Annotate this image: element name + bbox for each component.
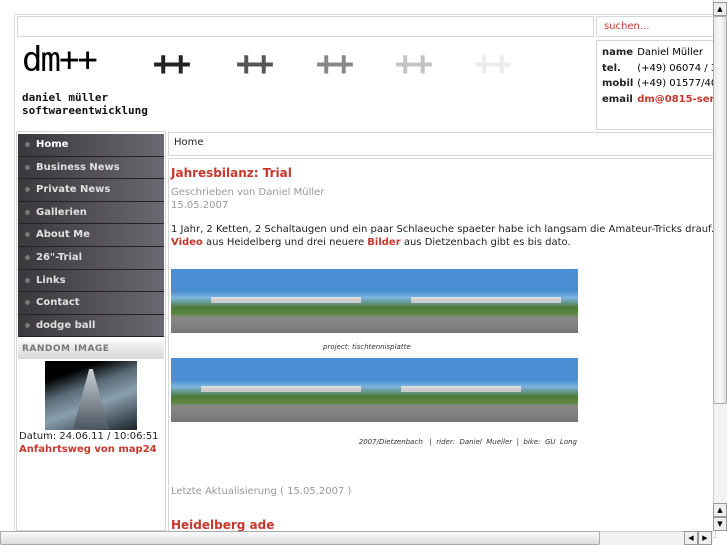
bilder-link[interactable]: Bilder [367, 237, 400, 248]
nav-links[interactable]: Links [18, 269, 164, 293]
logo-plus: ++ [316, 44, 354, 84]
content-area [168, 158, 716, 538]
logo: dm++ [22, 40, 98, 80]
nav-contact[interactable]: Contact [18, 292, 164, 315]
vertical-scroll-thumb[interactable] [713, 16, 727, 404]
contact-box: name Daniel Müller tel. (+49) 06074 / 30… [596, 40, 726, 130]
logo-plus: ++ [474, 44, 512, 84]
photo-credit: 2007/Dietzenbach | rider: Daniel Mueller… [358, 438, 577, 446]
random-image-date: Datum: 24.06.11 / 10:06:51 [19, 431, 159, 442]
nav-gallerien[interactable]: Gallerien [18, 201, 164, 225]
logo-plus: ++ [395, 44, 433, 84]
logo-plus: ++ [153, 44, 191, 84]
nav-business-news[interactable]: Business News [18, 156, 164, 180]
contact-name: name Daniel Müller [602, 47, 704, 58]
nav-trial[interactable]: 26"-Trial [18, 246, 164, 270]
breadcrumb: Home [168, 132, 716, 156]
article-author: Geschrieben von Daniel Müller [171, 187, 325, 198]
photo-caption: project: tischtennisplatte [323, 343, 411, 351]
scroll-down-icon[interactable]: ▼ [713, 517, 727, 531]
video-link[interactable]: Video [171, 237, 203, 248]
random-image-title: RANDOM IMAGE [18, 341, 164, 359]
article-date: 15.05.2007 [171, 200, 229, 211]
nav-dodge-ball[interactable]: dodge ball [18, 314, 164, 338]
trial-photo [171, 358, 578, 422]
map-link[interactable]: Anfahrtsweg von map24 [19, 444, 157, 455]
trial-photo [171, 269, 578, 333]
tagline-name: daniel müller [22, 91, 109, 104]
top-bar [17, 16, 594, 37]
scroll-up-icon[interactable]: ▲ [713, 2, 727, 16]
logo-plus: ++ [236, 44, 274, 84]
last-updated: Letzte Aktualisierung ( 15.05.2007 ) [171, 486, 352, 497]
scroll-right-icon[interactable]: ▶ [698, 531, 712, 545]
nav-about-me[interactable]: About Me [18, 224, 164, 247]
random-image[interactable] [45, 361, 137, 430]
search-input[interactable]: suchen... [596, 16, 716, 37]
tagline-job: softwareentwicklung [22, 104, 148, 117]
next-article-title[interactable]: Heidelberg ade [171, 518, 274, 532]
scroll-up-icon[interactable]: ▲ [713, 503, 727, 517]
article-text: 1 Jahr, 2 Ketten, 2 Schaltaugen und ein … [171, 224, 716, 248]
contact-mobil: mobil (+49) 01577/4053 [602, 78, 726, 89]
horizontal-scroll-thumb[interactable] [0, 531, 600, 545]
nav-home[interactable]: Home [18, 134, 164, 157]
contact-tel: tel. (+49) 06074 / 309 [602, 62, 726, 74]
article-title[interactable]: Jahresbilanz: Trial [171, 166, 292, 180]
main-nav: Home Business News Private News Gallerie… [18, 134, 164, 338]
contact-email: email dm@0815-server [602, 92, 725, 108]
scroll-left-icon[interactable]: ◀ [684, 531, 698, 545]
nav-private-news[interactable]: Private News [18, 179, 164, 202]
